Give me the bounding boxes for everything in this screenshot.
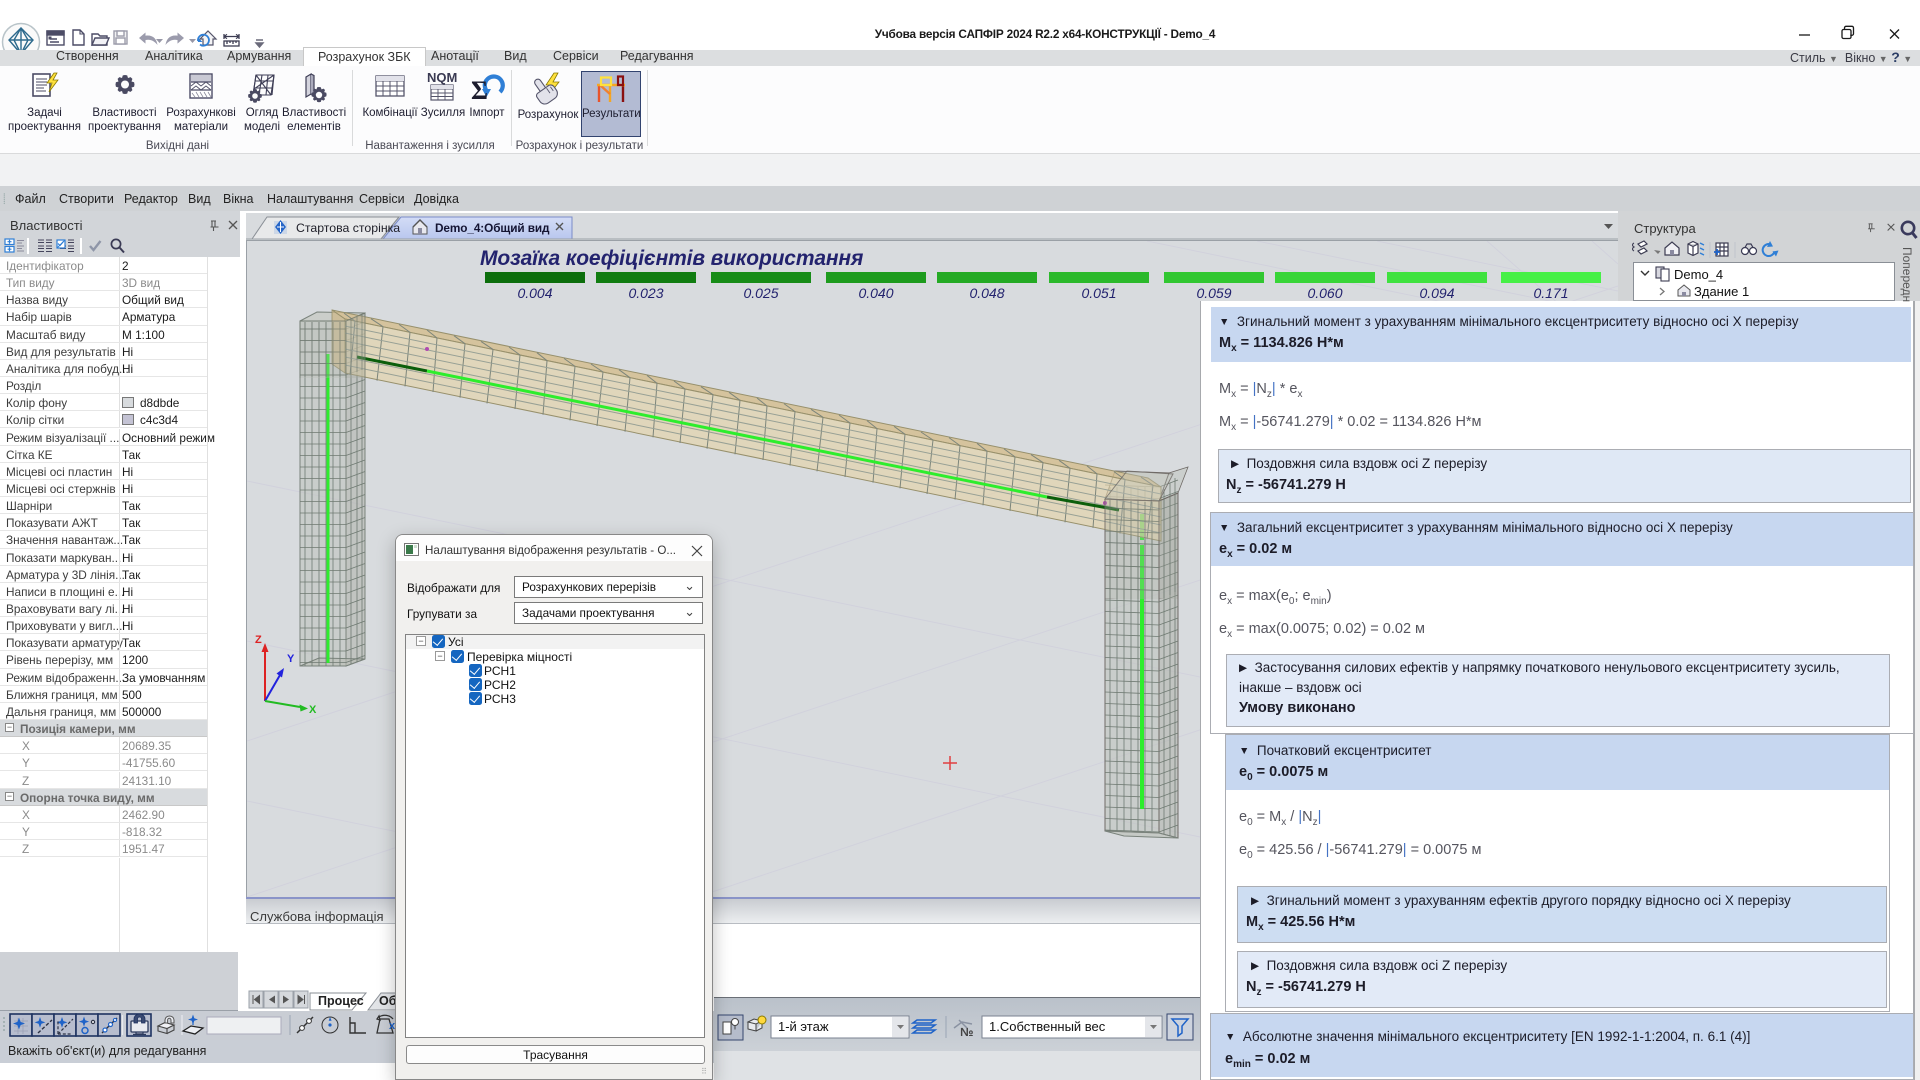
svg-text:Процес: Процес: [318, 994, 364, 1008]
svg-text:1.Собственный вес: 1.Собственный вес: [989, 1019, 1106, 1034]
svg-text:Demo_4:Общий вид: Demo_4:Общий вид: [435, 221, 550, 235]
svg-text:№: №: [960, 1025, 973, 1039]
svg-text:Y: Y: [287, 653, 295, 665]
svg-text:1-й этаж: 1-й этаж: [778, 1019, 829, 1034]
svg-text:Здание 1: Здание 1: [1694, 284, 1749, 299]
svg-text:X: X: [309, 704, 317, 716]
svg-text:Σ: Σ: [471, 76, 488, 103]
svg-text:NQM: NQM: [427, 71, 457, 85]
svg-text:Об'є: Об'є: [379, 994, 396, 1008]
svg-text:Demo_4: Demo_4: [1674, 267, 1723, 282]
svg-text:Стартова сторінка: Стартова сторінка: [296, 221, 400, 235]
svg-text:Z: Z: [255, 634, 262, 646]
